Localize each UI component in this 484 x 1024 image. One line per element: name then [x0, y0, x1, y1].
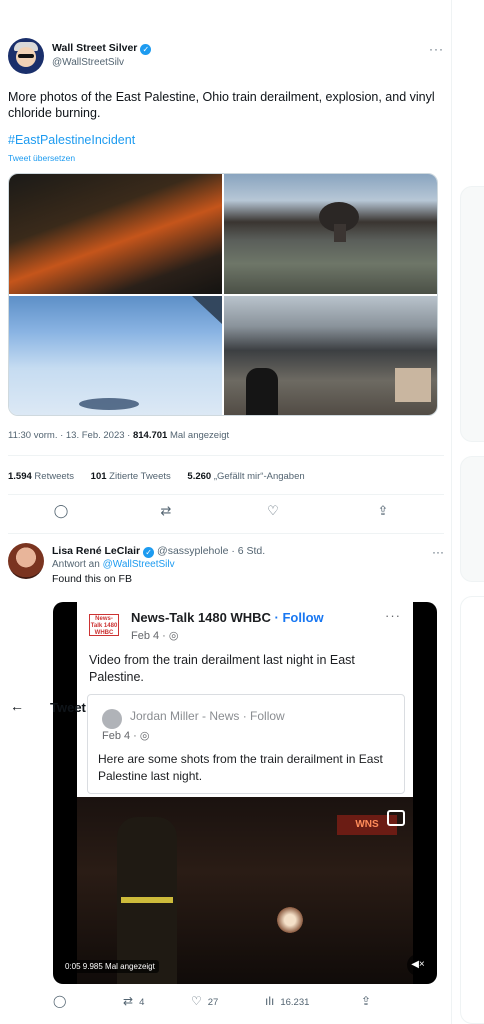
reply-text: Found this on FB [52, 573, 132, 585]
like-icon: ♡ [191, 994, 202, 1008]
views-count: 814.701 [132, 430, 168, 441]
reply-reply-button[interactable]: ◯ [53, 994, 72, 1008]
reply-author-name[interactable]: Lisa René LeClair [52, 545, 140, 557]
page-header: ← Tweet [0, 690, 436, 728]
like-icon[interactable]: ♡ [258, 503, 288, 519]
photo-grid [8, 173, 438, 416]
quotes-stat[interactable]: 101 Zitierte Tweets [91, 471, 171, 482]
fb-post-date: Feb 4 · ◎ [131, 630, 179, 642]
retweets-count: 1.594 [8, 471, 32, 482]
share-icon[interactable]: ⇪ [368, 503, 398, 519]
reply-like-count: 27 [207, 997, 219, 1008]
author-handle[interactable]: @WallStreetSilv [52, 57, 124, 68]
smoke-stem-shape [334, 224, 346, 242]
sidebar-card [460, 456, 484, 582]
house-shape [395, 368, 431, 402]
fb-shared-date: Feb 4 · ◎ [102, 730, 150, 742]
divider [8, 533, 444, 534]
retweet-icon: ⇄ [123, 994, 134, 1008]
plane-wing-shape [192, 296, 222, 324]
hashtag-link[interactable]: #EastPalestineIncident [8, 133, 135, 147]
likes-count: 5.260 [187, 471, 212, 482]
tweet-text: More photos of the East Palestine, Ohio … [8, 90, 435, 120]
photo-street-smoke[interactable] [224, 296, 437, 415]
reply-retweet-count: 4 [139, 997, 145, 1008]
picture-in-picture-icon[interactable] [387, 810, 405, 826]
avatar-glasses [18, 54, 34, 58]
fb-post-text: Video from the train derailment last nig… [89, 653, 355, 684]
retweets-stat[interactable]: 1.594 Retweets [8, 471, 74, 482]
retweet-icon[interactable]: ⇄ [151, 503, 181, 519]
reply-views-button[interactable]: ılı 16.231 [265, 994, 309, 1008]
smoke-shadow-shape [79, 398, 139, 410]
verified-icon: ✓ [140, 44, 152, 55]
verified-icon: ✓ [143, 547, 155, 558]
reply-views-count: 16.231 [280, 997, 310, 1008]
reply-actions: ◯ ⇄ 4 ♡ 27 ılı 16.231 ⇪ [53, 994, 437, 1014]
sidebar-card [460, 186, 484, 442]
author-name[interactable]: Wall Street Silver ✓ [52, 42, 152, 55]
quotes-count: 101 [90, 471, 107, 482]
author-name-text[interactable]: Wall Street Silver [52, 42, 137, 54]
reply-avatar[interactable] [8, 543, 44, 579]
fb-page-name: News-Talk 1480 WHBC · Follow [131, 610, 324, 625]
reply-to-handle[interactable]: @WallStreetSilv [103, 559, 175, 570]
reply-to-prefix: Antwort an [52, 559, 103, 570]
reply-handle-time[interactable]: @sassyplehole · 6 Std. [154, 545, 265, 557]
person-silhouette [246, 368, 278, 415]
more-options-icon[interactable]: ··· [429, 42, 444, 56]
reply-retweet-button[interactable]: ⇄ 4 [123, 994, 144, 1008]
reply-like-button[interactable]: ♡ 27 [191, 994, 218, 1008]
tweet-actions: ◯ ⇄ ♡ ⇪ [8, 503, 444, 525]
author-avatar[interactable] [8, 38, 44, 74]
tweet-timestamp: 11:30 vorm. · 13. Feb. 2023 · 814.701 Ma… [8, 430, 229, 441]
tweet-header: Wall Street Silver ✓ @WallStreetSilv ··· [8, 38, 444, 78]
sidebar-card [460, 596, 484, 1024]
divider [8, 455, 444, 456]
fb-follow: · Follow [270, 610, 324, 625]
divider [8, 494, 444, 495]
fb-page-logo: News-Talk 1480 WHBC [89, 614, 119, 636]
fb-page-title: News-Talk 1480 WHBC [131, 610, 271, 625]
reply-to: Antwort an @WallStreetSilv [52, 559, 175, 570]
video-frame: WNS [77, 797, 413, 984]
photo-smoke-cloud[interactable] [224, 174, 437, 294]
reply-icon: ◯ [53, 994, 67, 1008]
reply-icon[interactable]: ◯ [46, 503, 76, 519]
likes-label: „Gefällt mir“-Angaben [211, 471, 305, 482]
reply-author[interactable]: Lisa René LeClair ✓ @sassyplehole · 6 Std… [52, 545, 265, 558]
share-icon: ⇪ [361, 994, 372, 1008]
tweet-stats: 1.594 Retweets 101 Zitierte Tweets 5.260… [8, 471, 319, 482]
reply-share-button[interactable]: ⇪ [361, 994, 377, 1008]
mute-icon[interactable]: ◀× [407, 954, 429, 976]
back-arrow-icon[interactable]: ← [10, 698, 24, 714]
views-icon: ılı [265, 994, 275, 1008]
photo-fire-train[interactable] [9, 174, 222, 294]
timeline-column: Wall Street Silver ✓ @WallStreetSilv ··· … [0, 0, 452, 1024]
reply-video[interactable]: News-Talk 1480 WHBC News-Talk 1480 WHBC … [53, 602, 437, 984]
more-options-icon[interactable]: ··· [432, 545, 444, 559]
photo-aerial-sky[interactable] [9, 296, 222, 415]
tweet-time[interactable]: 11:30 vorm. · 13. Feb. 2023 · [8, 430, 133, 441]
likes-stat[interactable]: 5.260 „Gefällt mir“-Angaben [187, 471, 304, 482]
page-title: Tweet [50, 700, 86, 715]
video-time-views-badge: 0:05 9.985 Mal angezeigt [61, 960, 159, 973]
video-light [277, 907, 303, 933]
fb-shared-text: Here are some shots from the train derai… [98, 752, 383, 783]
retweets-label: Retweets [31, 471, 75, 482]
translate-tweet-link[interactable]: Tweet übersetzen [8, 153, 75, 163]
right-sidebar [452, 0, 484, 1024]
views-label: Mal angezeigt [167, 430, 230, 441]
quotes-label: Zitierte Tweets [106, 471, 171, 482]
fb-more-icon: ··· [385, 608, 401, 623]
reflective-stripe [121, 897, 173, 903]
